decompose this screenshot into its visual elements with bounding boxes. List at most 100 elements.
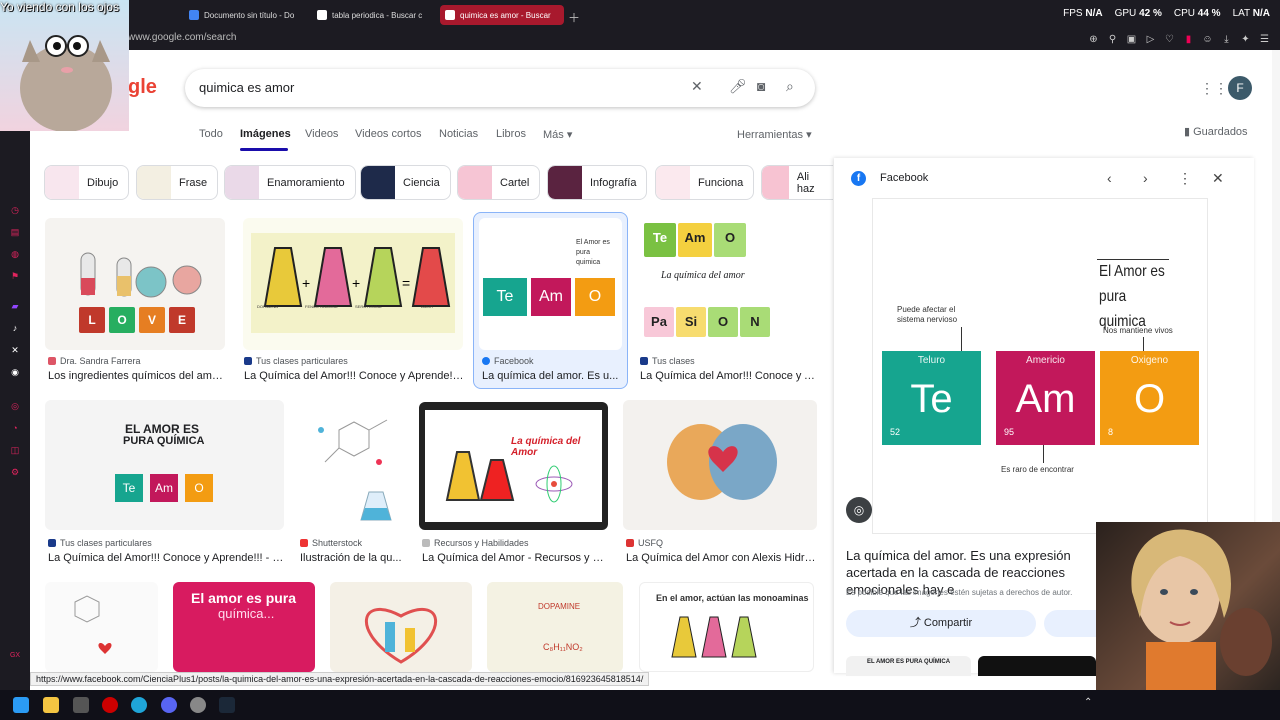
store-icon[interactable]	[73, 697, 89, 713]
more-options-icon[interactable]: ⋮	[1178, 170, 1192, 187]
preview-image[interactable]: El Amor es pura quimica Puede afectar el…	[872, 198, 1208, 534]
play-icon[interactable]: ▷	[1145, 34, 1156, 45]
tab-noticias[interactable]: Noticias	[439, 128, 478, 140]
result-title[interactable]: Ilustración de la qu...	[300, 552, 405, 564]
url-field[interactable]: www.google.com/search	[128, 32, 236, 43]
chip-ciencia[interactable]: Ciencia	[360, 165, 451, 200]
result-title[interactable]: La Química del Amor - Recursos y H...	[422, 552, 608, 564]
discord-icon[interactable]	[161, 697, 177, 713]
tab-videos-cortos[interactable]: Videos cortos	[355, 128, 421, 140]
result-title[interactable]: La Química del Amor!!! Conoce y A...	[640, 370, 818, 382]
result-image[interactable]	[45, 582, 158, 672]
browser-tab-tabla[interactable]: tabla periodica - Buscar c	[312, 5, 432, 25]
obs-icon[interactable]	[190, 697, 206, 713]
previous-icon[interactable]: ‹	[1107, 170, 1112, 186]
result-title[interactable]: Los ingredientes químicos del amo...	[48, 370, 226, 382]
share-button[interactable]: ⤴ Compartir	[846, 610, 1036, 637]
chip-infografia[interactable]: Infografía	[547, 165, 648, 200]
gx-icon[interactable]: GX	[9, 650, 21, 662]
lens-icon[interactable]: ◙	[757, 78, 765, 94]
related-thumb[interactable]	[978, 656, 1096, 676]
result-image[interactable]: EL AMOR ES PURA QUÍMICA Te Am O	[45, 400, 284, 530]
chip-enamoramiento[interactable]: Enamoramiento	[224, 165, 356, 200]
result-image[interactable]	[299, 400, 404, 530]
result-image[interactable]: + + = DOPAMINA FENILETILAMINA SEROTONINA…	[243, 218, 463, 350]
settings-icon[interactable]: ⚙	[9, 466, 21, 478]
result-title[interactable]: La química del amor. Es u...	[482, 370, 622, 382]
chip-ali-haz[interactable]: Ali haz	[761, 165, 833, 200]
next-icon[interactable]: ›	[1143, 170, 1148, 186]
x-icon[interactable]: ✕	[9, 344, 21, 356]
profile-icon[interactable]: ☺	[1202, 34, 1213, 45]
result-image[interactable]	[330, 582, 472, 672]
player-icon[interactable]: ◎	[9, 400, 21, 412]
result-image[interactable]: El Amor es pura quimica Te Am O	[479, 218, 622, 350]
ai-icon[interactable]: ✦	[1240, 34, 1251, 45]
wallet-icon[interactable]: ▮	[1183, 34, 1194, 45]
search-box[interactable]: quimica es amor ✕ 🎤︎ ◙ ⌕	[185, 69, 815, 107]
thumb-heading: DOPAMINE	[538, 602, 581, 611]
search-icon[interactable]: ⌕	[786, 78, 794, 95]
clock-icon[interactable]: ◔	[9, 422, 21, 434]
edge-icon[interactable]	[131, 697, 147, 713]
snapshot-icon[interactable]: ▣	[1126, 34, 1137, 45]
search-input[interactable]: quimica es amor	[199, 80, 294, 95]
mic-icon[interactable]: 🎤︎	[729, 78, 747, 95]
result-image[interactable]: La química del Amor	[419, 402, 608, 530]
flag-icon[interactable]: ⚑	[9, 270, 21, 282]
google-logo[interactable]: gle	[128, 76, 157, 99]
result-image[interactable]: L O V E	[45, 218, 225, 350]
chip-cartel[interactable]: Cartel	[457, 165, 541, 200]
chip-thumb	[548, 166, 582, 199]
result-image[interactable]: El amor es pura química...	[173, 582, 315, 672]
steam-icon[interactable]	[219, 697, 235, 713]
flasks-illustration	[671, 616, 757, 658]
windows-start-icon[interactable]	[13, 697, 29, 713]
file-explorer-icon[interactable]	[43, 697, 59, 713]
tab-todo[interactable]: Todo	[199, 128, 223, 140]
flask-label: DOPAMINA	[257, 304, 279, 309]
tab-libros[interactable]: Libros	[496, 128, 526, 140]
messenger-icon[interactable]: ◍	[9, 248, 21, 260]
saved-button[interactable]: ▮ Guardados	[1184, 125, 1248, 138]
chip-frase[interactable]: Frase	[136, 165, 219, 200]
download-icon[interactable]: ⤓	[1221, 34, 1232, 45]
avatar[interactable]: F	[1228, 76, 1252, 100]
box-icon[interactable]: ◫	[9, 444, 21, 456]
tab-imagenes[interactable]: Imágenes	[240, 128, 291, 140]
close-icon[interactable]: ✕	[1212, 170, 1224, 187]
browser-tab-document[interactable]: Documento sin título - Do	[184, 5, 302, 25]
panel-source[interactable]: Facebook	[880, 172, 928, 184]
discord-icon[interactable]: ◉	[9, 366, 21, 378]
chip-dibujo[interactable]: Dibujo	[44, 165, 130, 200]
save-button[interactable]	[1044, 610, 1104, 637]
tab-videos[interactable]: Videos	[305, 128, 338, 140]
result-image[interactable]: Te Am O La química del amor Pa Si O N	[639, 218, 817, 350]
source-favicon	[48, 357, 56, 365]
tray-chevron-icon[interactable]: ⌃	[1084, 697, 1092, 708]
menu-icon[interactable]: ☰	[1259, 34, 1270, 45]
twitch-icon[interactable]: ▰	[9, 300, 21, 312]
opera-gx-icon[interactable]	[102, 697, 118, 713]
result-image[interactable]: En el amor, actúan las monoaminas	[639, 582, 814, 672]
bag-icon[interactable]: ▤	[9, 226, 21, 238]
history-icon[interactable]: ◷	[9, 204, 21, 216]
related-thumb[interactable]: EL AMOR ES PURA QUÍMICA	[846, 656, 971, 676]
browser-tab-quimica[interactable]: quimica es amor - Buscar	[440, 5, 564, 25]
result-title[interactable]: La Química del Amor con Alexis Hidro...	[626, 552, 818, 564]
result-image[interactable]: DOPAMINE C₈H₁₁NO₂	[487, 582, 623, 672]
heart-icon[interactable]: ♡	[1164, 34, 1175, 45]
result-image[interactable]	[623, 400, 817, 530]
tiktok-icon[interactable]: ♪	[9, 322, 21, 334]
tab-mas[interactable]: Más ▾	[543, 128, 572, 141]
zoom-icon[interactable]: ⊕	[1088, 34, 1099, 45]
pin-icon[interactable]: ⚲	[1107, 34, 1118, 45]
chip-funciona[interactable]: Funciona	[655, 165, 755, 200]
result-title[interactable]: La Química del Amor!!! Conoce y Aprende!…	[244, 370, 466, 382]
tools-button[interactable]: Herramientas ▾	[737, 128, 812, 141]
result-source: Tus clases	[640, 356, 695, 366]
new-tab-button[interactable]: ＋	[568, 9, 580, 26]
clear-icon[interactable]: ✕	[691, 78, 703, 95]
lens-icon[interactable]: ◎	[846, 497, 872, 523]
result-title[interactable]: La Química del Amor!!! Conoce y Aprende!…	[48, 552, 284, 564]
